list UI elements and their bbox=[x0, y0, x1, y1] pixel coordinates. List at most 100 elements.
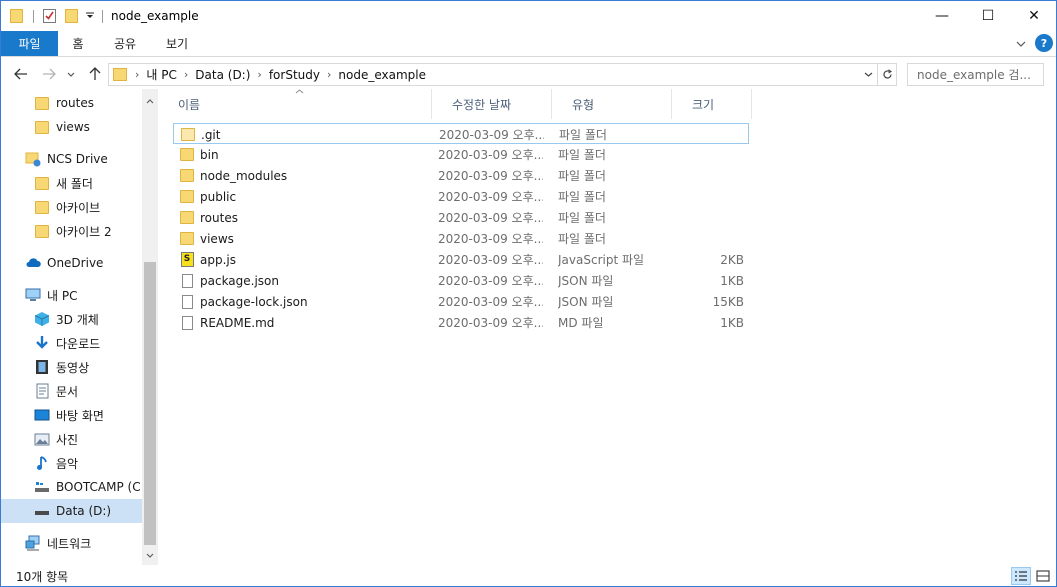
file-size bbox=[678, 207, 744, 228]
desktop-icon bbox=[34, 407, 50, 423]
large-icons-view-button[interactable] bbox=[1033, 567, 1053, 585]
nav-item-archive-2[interactable]: 아카이브 2 bbox=[1, 219, 142, 243]
nav-item-desktop[interactable]: 바탕 화면 bbox=[1, 403, 142, 427]
file-name: bin bbox=[200, 147, 219, 162]
folder-icon bbox=[179, 231, 195, 247]
address-bar[interactable]: › 내 PC › Data (D:) › forStudy › node_exa… bbox=[108, 63, 897, 86]
file-row[interactable]: S app.js 2020-03-09 오후... JavaScript 파일 … bbox=[173, 249, 749, 270]
folder-icon bbox=[34, 199, 50, 215]
breadcrumb-node-example[interactable]: node_example bbox=[338, 68, 426, 82]
tab-share[interactable]: 공유 bbox=[102, 31, 148, 56]
file-icon bbox=[179, 315, 195, 331]
file-row[interactable]: bin 2020-03-09 오후... 파일 폴더 bbox=[173, 144, 749, 165]
folder-icon bbox=[180, 127, 196, 143]
forward-button[interactable] bbox=[38, 63, 60, 85]
file-modified: 2020-03-09 오후... bbox=[438, 190, 543, 204]
refresh-button[interactable] bbox=[877, 64, 896, 85]
maximize-button[interactable]: ☐ bbox=[965, 1, 1011, 31]
minimize-button[interactable]: — bbox=[919, 1, 965, 31]
scroll-up-button[interactable] bbox=[142, 93, 158, 109]
chevron-right-icon: › bbox=[326, 68, 332, 81]
nav-item-videos[interactable]: 동영상 bbox=[1, 355, 142, 379]
navigation-pane: routes views NCS Drive 새 폴더 아카이브 아카이브 2 bbox=[1, 89, 158, 565]
window-title: node_example bbox=[111, 9, 199, 23]
nav-item-downloads[interactable]: 다운로드 bbox=[1, 331, 142, 355]
file-row[interactable]: README.md 2020-03-09 오후... MD 파일 1KB bbox=[173, 312, 749, 333]
nav-item-pictures[interactable]: 사진 bbox=[1, 427, 142, 451]
nav-item-new-folder[interactable]: 새 폴더 bbox=[1, 171, 142, 195]
nav-item-label: 새 폴더 bbox=[56, 176, 93, 191]
column-header-size[interactable]: 크기 bbox=[672, 89, 752, 119]
file-row[interactable]: views 2020-03-09 오후... 파일 폴더 bbox=[173, 228, 749, 249]
nav-item-label: NCS Drive bbox=[47, 152, 108, 166]
file-name: README.md bbox=[200, 315, 275, 330]
nav-item-ncs-drive[interactable]: NCS Drive bbox=[1, 147, 142, 171]
column-header-type[interactable]: 유형 bbox=[552, 89, 672, 119]
file-row[interactable]: package-lock.json 2020-03-09 오후... JSON … bbox=[173, 291, 749, 312]
help-button[interactable]: ? bbox=[1035, 34, 1053, 52]
scroll-down-button[interactable] bbox=[142, 547, 158, 563]
breadcrumb-data-drive[interactable]: Data (D:) bbox=[195, 68, 250, 82]
new-folder-button[interactable] bbox=[65, 7, 78, 25]
properties-button[interactable] bbox=[43, 7, 56, 25]
nav-item-views[interactable]: views bbox=[1, 115, 142, 139]
breadcrumb-forstudy[interactable]: forStudy bbox=[269, 68, 320, 82]
file-name: public bbox=[200, 189, 237, 204]
nav-item-music[interactable]: 음악 bbox=[1, 451, 142, 475]
file-type: 파일 폴더 bbox=[558, 148, 606, 162]
file-size bbox=[678, 165, 744, 186]
ribbon-tabs: 파일 홈 공유 보기 ? bbox=[1, 31, 1056, 57]
nav-item-3d-objects[interactable]: 3D 개체 bbox=[1, 307, 142, 331]
file-name-cell: node_modules bbox=[179, 165, 434, 186]
nav-item-label: 네트워크 bbox=[47, 536, 92, 551]
quick-access-toolbar bbox=[10, 7, 23, 25]
column-header-name[interactable]: 이름 bbox=[158, 89, 432, 119]
scroll-thumb[interactable] bbox=[144, 262, 156, 545]
file-row[interactable]: node_modules 2020-03-09 오후... 파일 폴더 bbox=[173, 165, 749, 186]
nav-item-label: 문서 bbox=[56, 384, 79, 399]
file-modified: 2020-03-09 오후... bbox=[438, 148, 543, 162]
tab-home[interactable]: 홈 bbox=[58, 31, 98, 56]
file-name: node_modules bbox=[200, 168, 288, 183]
file-type: 파일 폴더 bbox=[558, 232, 606, 246]
nav-item-routes[interactable]: routes bbox=[1, 91, 142, 115]
address-dropdown-button[interactable] bbox=[860, 64, 876, 85]
file-row[interactable]: routes 2020-03-09 오후... 파일 폴더 bbox=[173, 207, 749, 228]
nav-scrollbar[interactable] bbox=[142, 89, 158, 565]
recent-locations-button[interactable] bbox=[63, 63, 79, 85]
tab-view[interactable]: 보기 bbox=[152, 31, 202, 56]
chevron-up-icon bbox=[146, 98, 154, 103]
nav-item-documents[interactable]: 문서 bbox=[1, 379, 142, 403]
pc-icon bbox=[25, 287, 41, 303]
file-row[interactable]: package.json 2020-03-09 오후... JSON 파일 1K… bbox=[173, 270, 749, 291]
nav-item-label: 내 PC bbox=[47, 288, 78, 303]
nav-item-bootcamp-drive[interactable]: BOOTCAMP (C: bbox=[1, 475, 145, 499]
file-type: JavaScript 파일 bbox=[558, 253, 645, 267]
nav-item-this-pc[interactable]: 내 PC bbox=[1, 283, 142, 307]
file-row[interactable]: .git 2020-03-09 오후... 파일 폴더 bbox=[173, 123, 749, 144]
nav-item-onedrive[interactable]: OneDrive bbox=[1, 251, 142, 275]
details-view-button[interactable] bbox=[1011, 567, 1031, 585]
search-input[interactable]: node_example 검... bbox=[907, 63, 1044, 86]
download-icon bbox=[34, 335, 50, 351]
help-icon: ? bbox=[1040, 36, 1048, 50]
back-button[interactable] bbox=[10, 63, 32, 85]
nav-item-label: 음악 bbox=[56, 456, 79, 471]
item-count: 10개 항목 bbox=[16, 570, 69, 584]
tab-file[interactable]: 파일 bbox=[1, 31, 58, 56]
column-header-modified[interactable]: 수정한 날짜 bbox=[432, 89, 552, 119]
new-folder-icon bbox=[65, 9, 78, 23]
expand-ribbon-button[interactable] bbox=[1011, 34, 1031, 54]
up-button[interactable] bbox=[84, 63, 106, 85]
file-name: package.json bbox=[200, 273, 280, 288]
file-icon bbox=[179, 273, 195, 289]
nav-item-network[interactable]: 네트워크 bbox=[1, 531, 142, 555]
file-modified: 2020-03-09 오후... bbox=[439, 128, 544, 142]
file-size: 2KB bbox=[720, 252, 744, 267]
close-button[interactable]: ✕ bbox=[1011, 1, 1056, 31]
nav-item-data-drive[interactable]: Data (D:) bbox=[1, 499, 142, 523]
file-row[interactable]: public 2020-03-09 오후... 파일 폴더 bbox=[173, 186, 749, 207]
breadcrumb-this-pc[interactable]: 내 PC bbox=[146, 66, 176, 83]
nav-item-archive[interactable]: 아카이브 bbox=[1, 195, 142, 219]
customize-toolbar-button[interactable] bbox=[85, 7, 95, 25]
